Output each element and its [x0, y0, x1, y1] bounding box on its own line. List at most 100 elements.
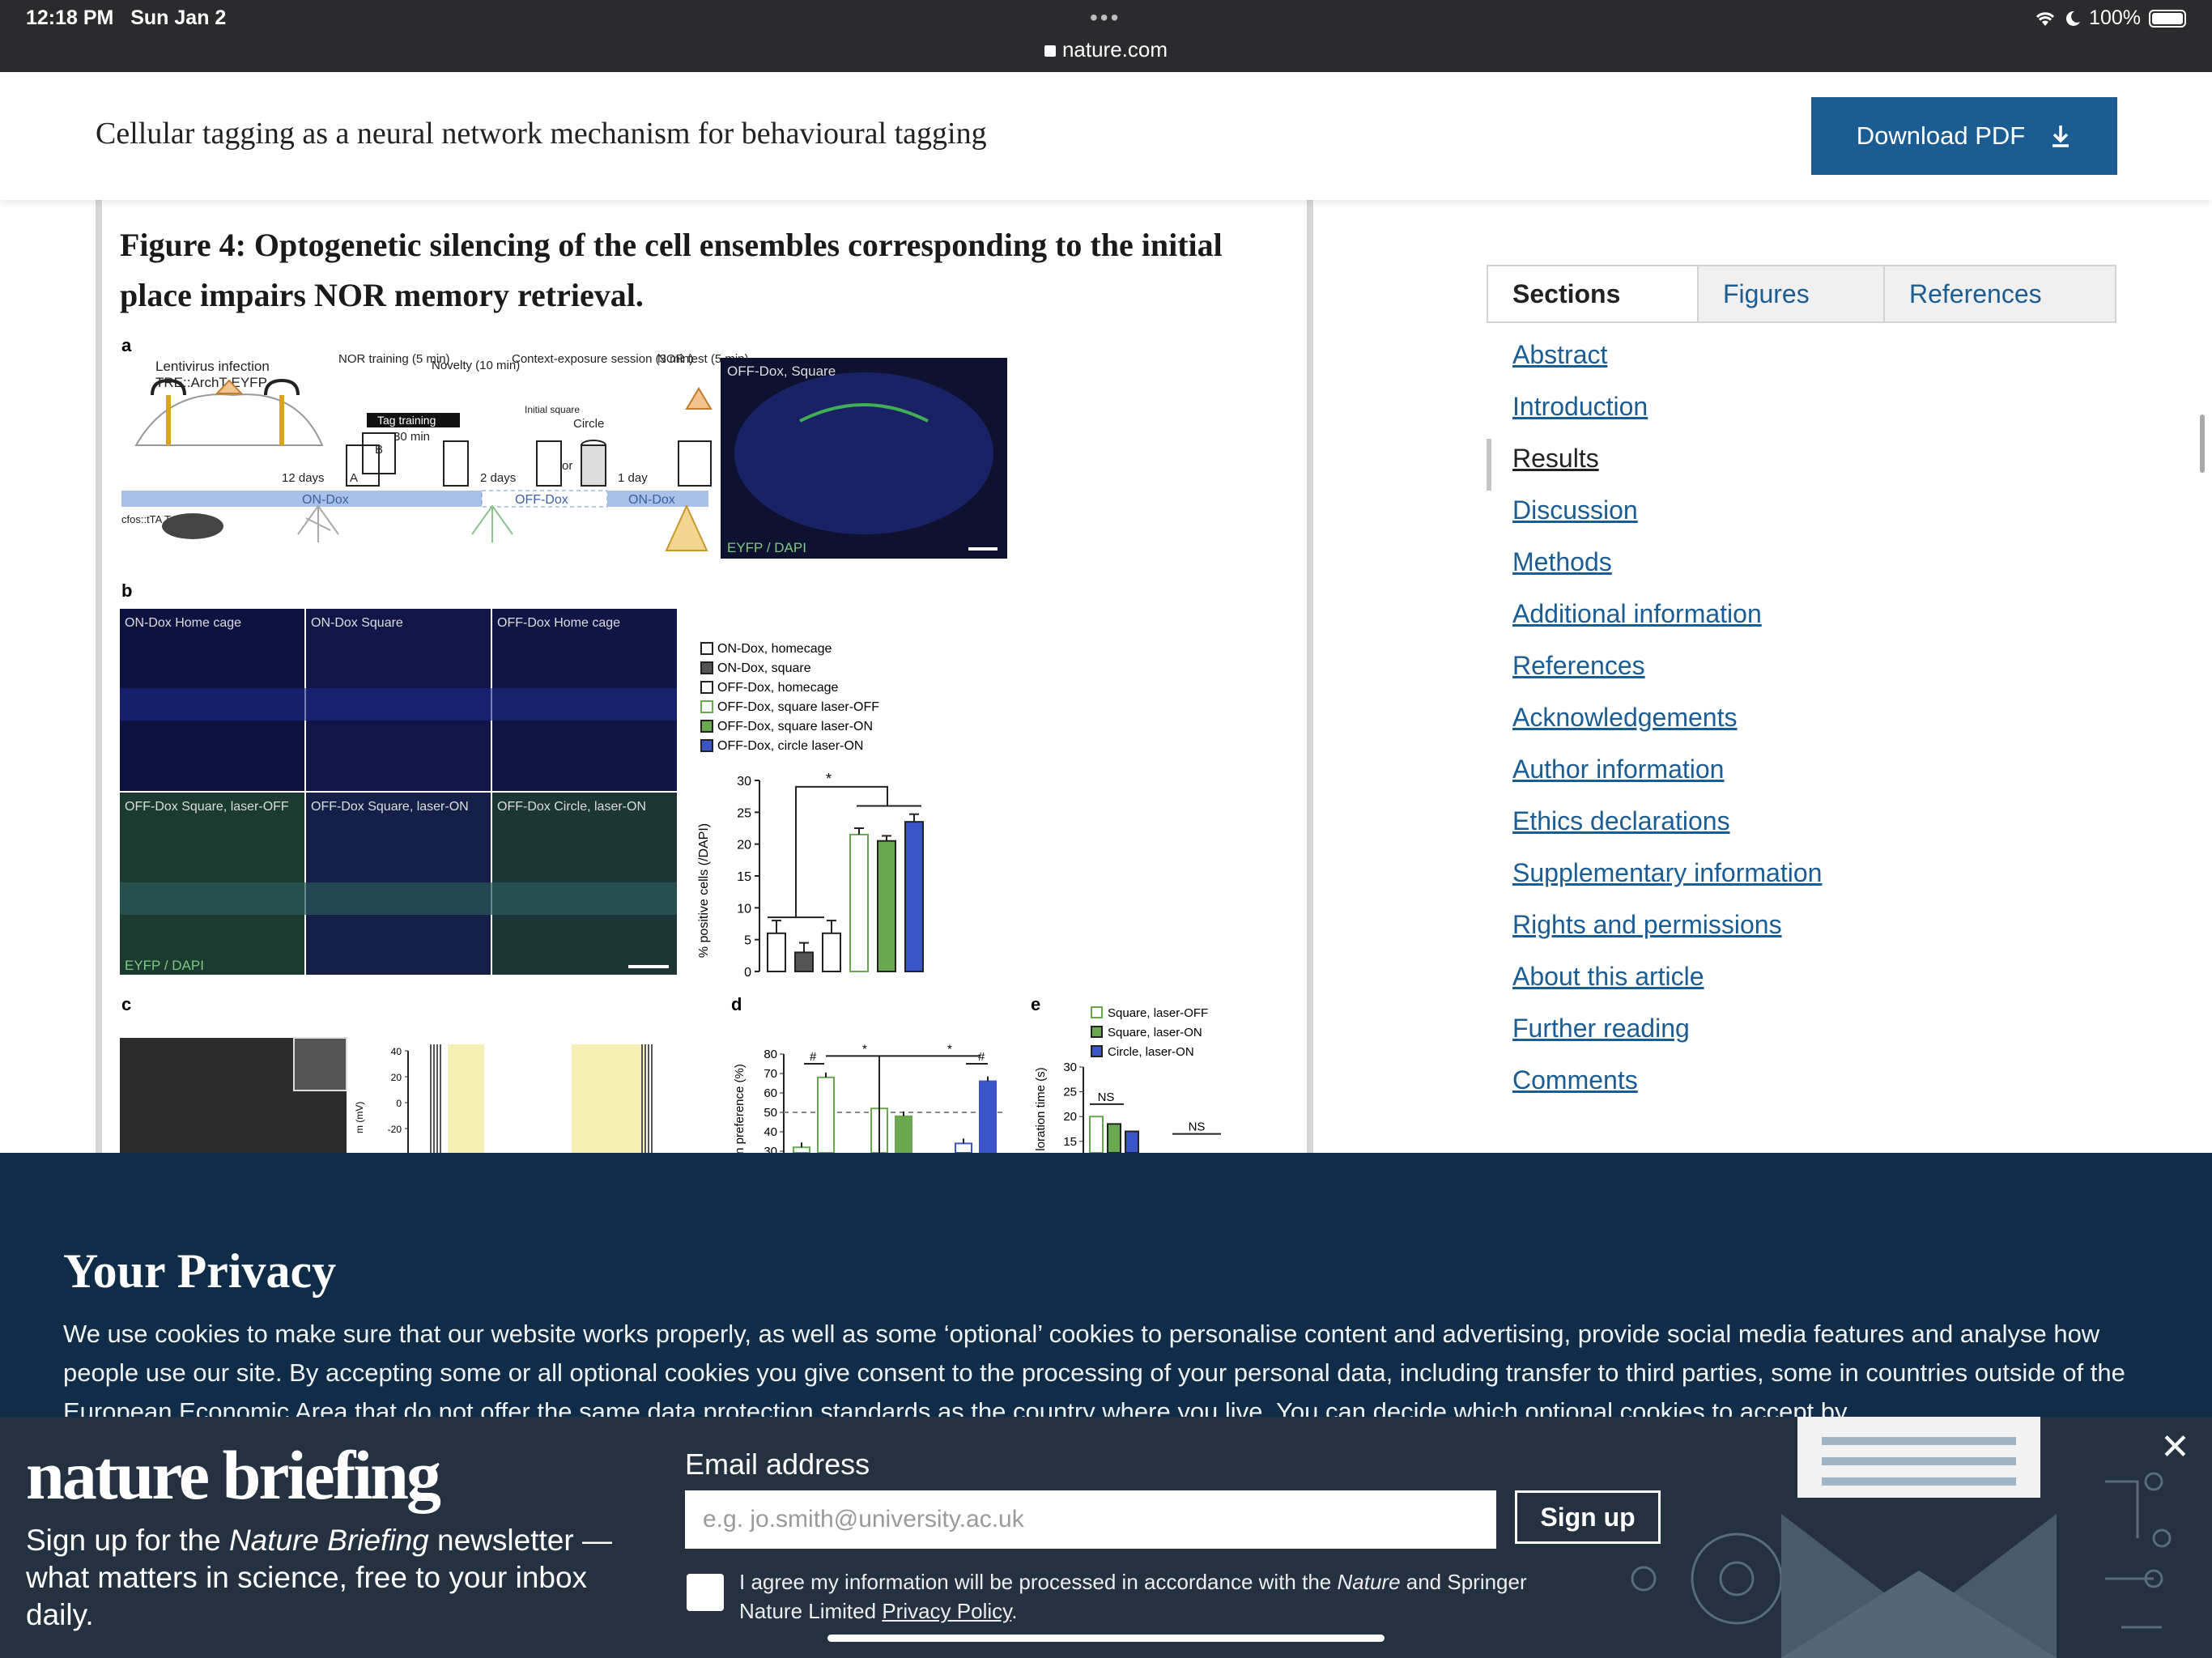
sign-up-button[interactable]: Sign up	[1515, 1490, 1661, 1544]
histo-label-5: OFF-Dox Square, laser-ON	[311, 800, 469, 814]
nature-briefing-banner: nature briefing Sign up for the Nature B…	[0, 1417, 2212, 1658]
tab-overview-dots[interactable]: •••	[1090, 5, 1121, 31]
sidebar-item-abstract[interactable]: Abstract	[1512, 340, 1822, 392]
sidebar-item-methods[interactable]: Methods	[1512, 547, 1822, 599]
sidebar-item-further-reading[interactable]: Further reading	[1512, 1014, 1822, 1065]
chart-e-legend: Square, laser-OFF Square, laser-ON Circle,…	[1091, 1006, 1208, 1059]
chart-e-y-tick-label: 30	[1063, 1061, 1077, 1074]
chart-b-legend-swatch	[700, 681, 713, 694]
chart-b-y-tick-label: 0	[744, 966, 751, 980]
sidebar-item-introduction[interactable]: Introduction	[1512, 392, 1822, 444]
panel-c-label: c	[121, 994, 131, 1014]
chart-d-y-tick-label: 70	[764, 1067, 777, 1081]
privacy-banner: Your Privacy We use cookies to make sure…	[0, 1153, 2212, 1420]
chart-b-legend-label: OFF-Dox, homecage	[717, 681, 838, 695]
privacy-title: Your Privacy	[63, 1244, 337, 1298]
box-a-label: A	[350, 471, 358, 485]
chart-e-annotation: NS	[1189, 1120, 1206, 1134]
histo-label-3: OFF-Dox Home cage	[497, 616, 620, 630]
sidebar-item-author-information[interactable]: Author information	[1512, 755, 1822, 806]
chart-e-y-tick-label: 20	[1063, 1110, 1077, 1124]
chart-b-legend-label: ON-Dox, homecage	[717, 642, 832, 656]
chart-d-y-tick-label: 60	[764, 1086, 777, 1100]
article-title: Cellular tagging as a neural network mec…	[96, 117, 987, 151]
chart-d-y-tick-label: 40	[764, 1125, 777, 1139]
histo-label-1: ON-Dox Home cage	[125, 616, 241, 630]
sidebar-item-acknowledgements[interactable]: Acknowledgements	[1512, 703, 1822, 755]
histo-stain: EYFP / DAPI	[125, 958, 204, 973]
sidebar-item-rights-and-permissions[interactable]: Rights and permissions	[1512, 910, 1822, 962]
chart-b-legend-label: OFF-Dox, square laser-OFF	[717, 700, 879, 714]
micro-stain: EYFP / DAPI	[727, 540, 806, 555]
histo-label-4: OFF-Dox Square, laser-OFF	[125, 800, 289, 814]
circuit-decoration	[1631, 1417, 2172, 1658]
circle-label: Circle	[573, 417, 604, 431]
chart-d-bar	[955, 1142, 972, 1153]
day1-label: 1 day	[618, 471, 648, 485]
privacy-policy-link[interactable]: Privacy Policy	[882, 1599, 1011, 1623]
chart-d-y-tick-label: 80	[764, 1048, 777, 1061]
tag-training-label: Tag training	[377, 414, 436, 427]
tab-references[interactable]: References	[1883, 266, 2115, 321]
moon-icon	[2066, 11, 2081, 26]
sidebar-item-results[interactable]: Results	[1512, 444, 1822, 495]
chart-d-y-tick-label: 30	[764, 1145, 777, 1153]
download-pdf-label: Download PDF	[1856, 121, 2026, 150]
sidebar-tabs: Sections Figures References	[1487, 265, 2116, 323]
chart-e-legend-label: Square, laser-ON	[1108, 1026, 1202, 1039]
chart-b-y-tick-label: 15	[737, 870, 751, 884]
download-pdf-button[interactable]: Download PDF	[1811, 97, 2117, 175]
sidebar-item-discussion[interactable]: Discussion	[1512, 495, 1822, 547]
initial-square-label: Initial square	[525, 404, 580, 415]
chart-c-y-tick-label: 20	[391, 1072, 402, 1083]
status-time: 12:18 PM Sun Jan 2	[26, 6, 227, 29]
off-dox-label: OFF-Dox	[515, 493, 568, 507]
agree-text: I agree my information will be processed…	[739, 1570, 1527, 1623]
chart-b-bar	[767, 932, 786, 972]
chart-b-bar	[877, 840, 896, 972]
sidebar-item-references[interactable]: References	[1512, 651, 1822, 703]
sidebar-item-about-this-article[interactable]: About this article	[1512, 962, 1822, 1014]
article-sticky-header: Cellular tagging as a neural network mec…	[0, 72, 2212, 200]
chart-d-bar	[793, 1146, 810, 1153]
sidebar-item-supplementary-information[interactable]: Supplementary information	[1512, 858, 1822, 910]
agree-checkbox[interactable]	[687, 1574, 724, 1611]
battery-percent: 100%	[2089, 6, 2141, 29]
chart-e-y-tick-label: 25	[1063, 1086, 1077, 1099]
address-bar[interactable]: nature.com	[0, 37, 2212, 62]
home-indicator[interactable]	[827, 1635, 1385, 1642]
chart-d-bar	[895, 1115, 912, 1153]
chart-c-y-tick-label: 0	[396, 1098, 402, 1109]
email-input[interactable]	[685, 1490, 1496, 1549]
panel-e-label: e	[1031, 994, 1040, 1014]
histo-label-2: ON-Dox Square	[311, 616, 403, 630]
box-b-label: B	[375, 443, 383, 457]
chart-d: 30 40 50 60 70 80 n preference (%) # * * #	[733, 1042, 1006, 1153]
tab-figures[interactable]: Figures	[1697, 266, 1883, 321]
chart-d-y-label: n preference (%)	[733, 1064, 747, 1153]
construct-label: TRE::ArchT-EYFP	[155, 375, 267, 390]
chart-e-legend-label: Circle, laser-ON	[1108, 1045, 1194, 1059]
days12-label: 12 days	[282, 471, 325, 485]
chart-c-light-period	[448, 1044, 484, 1153]
sidebar-item-ethics-declarations[interactable]: Ethics declarations	[1512, 806, 1822, 858]
chart-e-legend-label: Square, laser-OFF	[1108, 1006, 1208, 1020]
chart-d-annotation: #	[810, 1050, 817, 1064]
chart-e-bar	[1089, 1116, 1104, 1153]
chart-d-annotation: #	[978, 1050, 985, 1064]
chart-d-annotation: *	[862, 1042, 867, 1056]
ios-status-bar: 12:18 PM Sun Jan 2 ••• 100% nature.com	[0, 0, 2212, 72]
chart-b-legend-label: OFF-Dox, square laser-ON	[717, 720, 873, 733]
figure-4-image[interactable]: a Lentivirus infection TRE::ArchT-EYFP N…	[120, 332, 1294, 1153]
chart-e-annotation: NS	[1098, 1090, 1115, 1104]
sidebar-item-additional-information[interactable]: Additional information	[1512, 599, 1822, 651]
close-icon[interactable]: ✕	[2160, 1426, 2190, 1468]
scrollbar[interactable]	[2200, 414, 2205, 473]
novelty-label: Novelty (10 min)	[432, 359, 520, 372]
chart-b: 0 5 10 15 20 25 30 % positive cells (/DAPI) *	[697, 771, 924, 980]
chart-e-y-label: loration time (s)	[1034, 1067, 1048, 1150]
chart-b-legend-label: ON-Dox, square	[717, 661, 811, 675]
tab-sections[interactable]: Sections	[1488, 266, 1697, 321]
sidebar-item-comments[interactable]: Comments	[1512, 1065, 1822, 1117]
chart-b-legend-swatch	[700, 700, 713, 713]
